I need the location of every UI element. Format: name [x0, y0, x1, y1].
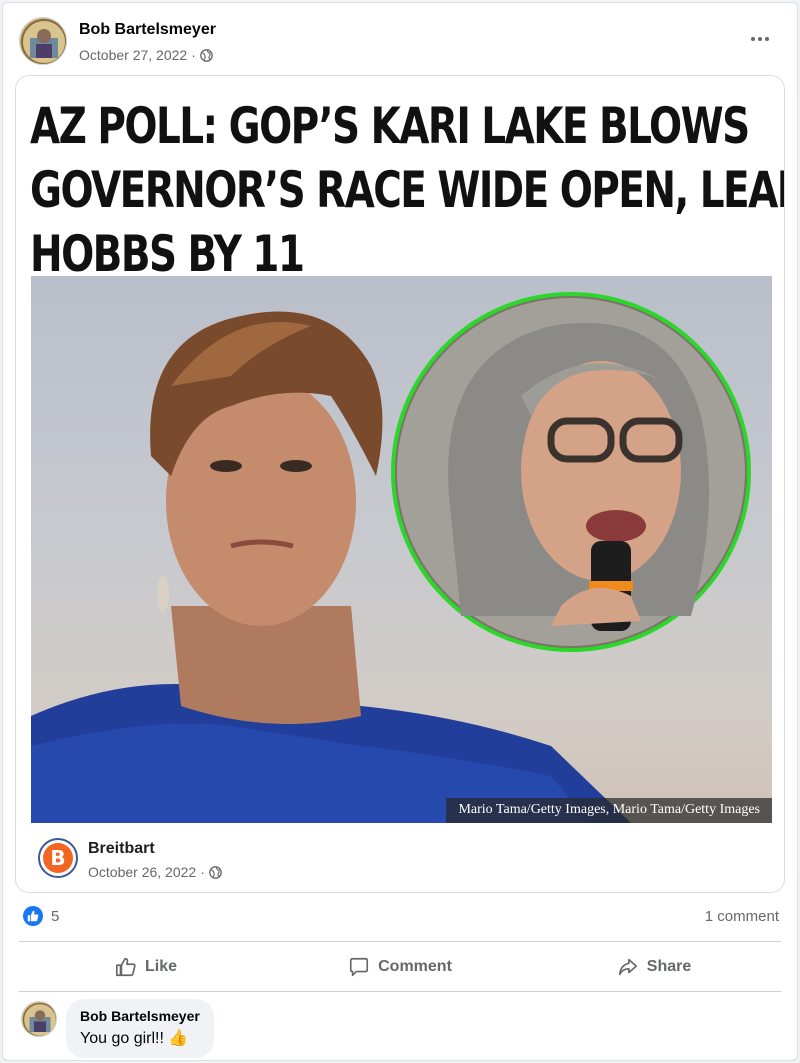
share-button[interactable]: Share	[527, 945, 781, 989]
comment-button[interactable]: Comment	[273, 945, 527, 989]
source-name[interactable]: Breitbart	[88, 840, 155, 858]
breitbart-logo-icon[interactable]: B	[38, 838, 78, 878]
facebook-post: Bob Bartelsmeyer October 27, 2022 · AZ P…	[2, 2, 798, 1061]
globe-icon	[200, 48, 213, 62]
post-date[interactable]: October 27, 2022	[79, 47, 187, 63]
link-source[interactable]: B Breitbart October 26, 2022 ·	[30, 826, 770, 886]
comment-bubble-icon	[350, 957, 369, 977]
source-date: October 26, 2022	[88, 864, 197, 880]
source-meta: October 26, 2022 ·	[88, 864, 222, 880]
post-actions: Like Comment Share	[19, 945, 781, 989]
article-headline[interactable]: AZ POLL: GOP’S KARI LAKE BLOWS GOVERNOR’…	[30, 94, 785, 286]
reaction-count[interactable]: 5	[51, 908, 59, 925]
photo-credit: Mario Tama/Getty Images, Mario Tama/Gett…	[446, 798, 772, 823]
comment-label: Comment	[378, 958, 452, 975]
article-photo-illustration	[31, 292, 751, 823]
divider	[19, 941, 781, 942]
author-avatar[interactable]	[19, 17, 67, 65]
meta-separator: ·	[200, 864, 205, 880]
commenter-avatar[interactable]	[21, 1001, 57, 1037]
like-button[interactable]: Like	[19, 945, 273, 989]
headline-line: GOVERNOR’S RACE WIDE OPEN, LEADS	[30, 161, 785, 219]
comment-text: You go girl!! 👍	[80, 1030, 189, 1047]
like-reaction-icon[interactable]	[23, 906, 43, 926]
divider	[19, 991, 781, 992]
thumbs-up-icon	[115, 957, 136, 977]
comment-bubble: Bob Bartelsmeyer You go girl!! 👍	[66, 999, 214, 1058]
like-label: Like	[144, 958, 177, 975]
share-label: Share	[646, 958, 692, 975]
headline-line: AZ POLL: GOP’S KARI LAKE BLOWS	[30, 97, 750, 155]
globe-icon	[209, 865, 222, 879]
post-header: Bob Bartelsmeyer October 27, 2022 ·	[19, 17, 781, 69]
post-meta: October 27, 2022 ·	[79, 47, 213, 63]
comment: Bob Bartelsmeyer You go girl!! 👍	[19, 999, 781, 1059]
author-name[interactable]: Bob Bartelsmeyer	[79, 21, 216, 39]
commenter-name[interactable]: Bob Bartelsmeyer	[80, 1008, 200, 1024]
link-preview-card[interactable]: AZ POLL: GOP’S KARI LAKE BLOWS GOVERNOR’…	[15, 75, 785, 893]
meta-separator: ·	[191, 47, 196, 63]
more-options-icon[interactable]	[745, 27, 775, 51]
source-logo-letter: B	[50, 846, 65, 870]
comment-count[interactable]: 1 comment	[705, 908, 779, 925]
reactions-bar: 5 1 comment	[19, 903, 779, 931]
article-photo[interactable]: Mario Tama/Getty Images, Mario Tama/Gett…	[31, 276, 772, 823]
share-arrow-icon	[618, 958, 637, 976]
